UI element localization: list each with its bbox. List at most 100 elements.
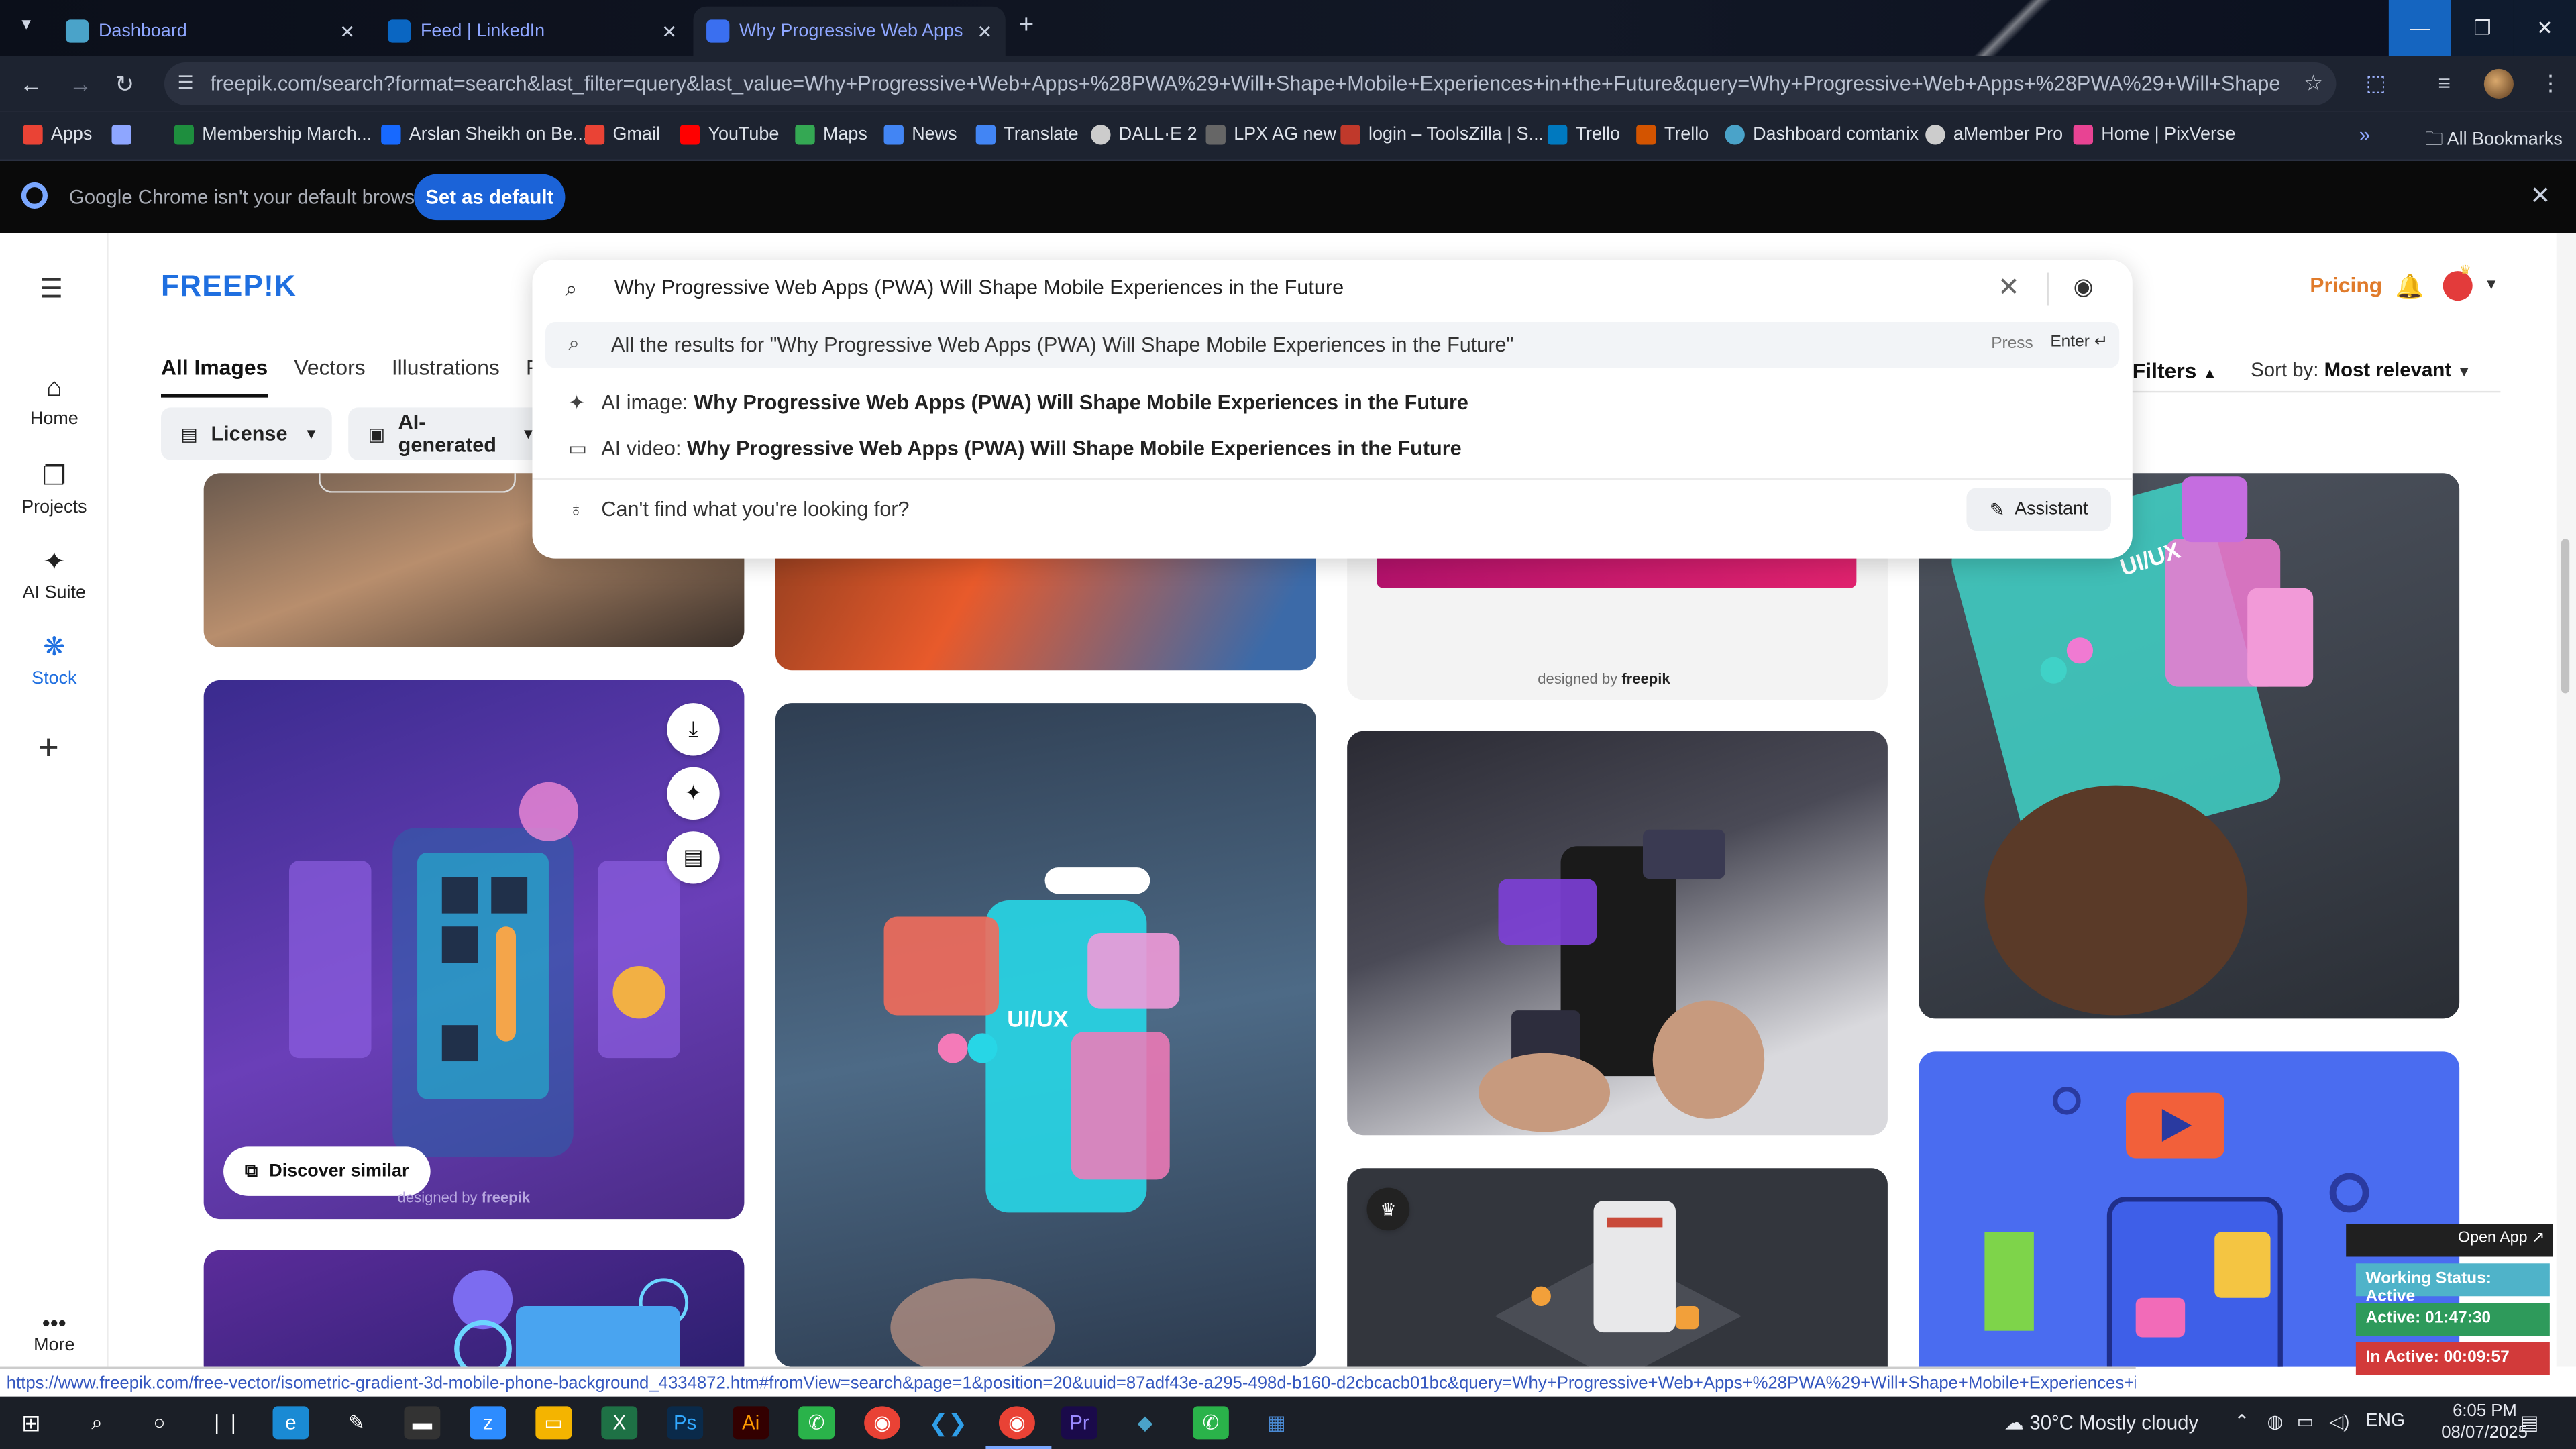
bookmark-amember[interactable]: aMember Pro	[1925, 125, 2063, 145]
page-scrollbar[interactable]	[2556, 233, 2576, 1367]
bookmark-dalle[interactable]: DALL·E 2	[1091, 125, 1197, 145]
bookmark-pixverse[interactable]: Home | PixVerse	[2073, 125, 2235, 145]
extension-icon[interactable]: ⬚	[2366, 70, 2386, 97]
windows-start-icon[interactable]: ⊞	[13, 1406, 50, 1439]
zoom-icon[interactable]: z	[470, 1406, 506, 1440]
hamburger-menu-icon[interactable]: ☰	[40, 273, 63, 306]
discover-similar-button[interactable]: ⧉ Discover similar	[223, 1146, 431, 1196]
app-dashboard-icon[interactable]: ◆	[1127, 1406, 1163, 1439]
tray-chevron-icon[interactable]: ⌃	[2235, 1411, 2250, 1432]
tab-freepik[interactable]: Why Progressive Web Apps (P\ ✕	[693, 6, 1006, 56]
tab-close-icon[interactable]: ✕	[661, 21, 677, 42]
bookmark-toolszilla[interactable]: login – ToolsZilla | S...	[1340, 125, 1544, 145]
chevron-down-icon[interactable]: ▼	[2484, 276, 2499, 292]
bookmark-star-icon[interactable]: ☆	[2304, 70, 2323, 97]
tab-close-icon[interactable]: ✕	[339, 21, 355, 42]
download-icon[interactable]: ⤓	[667, 703, 720, 756]
tab-all-images[interactable]: All Images	[161, 355, 268, 398]
back-icon[interactable]: ←	[19, 70, 42, 97]
bookmark-trello-1[interactable]: Trello	[1547, 125, 1620, 145]
image-tile-isometric-workers[interactable]: ♛	[1347, 1168, 1888, 1367]
file-explorer-icon[interactable]: ▭	[535, 1406, 572, 1440]
network-icon[interactable]: ▭	[2297, 1411, 2314, 1432]
sidebar-item-stock[interactable]: ❋ Stock	[0, 631, 109, 688]
restore-icon[interactable]: ❐	[2451, 0, 2514, 56]
search-icon[interactable]: ⌕	[79, 1406, 115, 1439]
filters-toggle[interactable]: Filters ▲	[2133, 358, 2217, 383]
language-indicator[interactable]: ENG	[2366, 1411, 2405, 1431]
notifications-bell-icon[interactable]: 🔔	[2396, 273, 2424, 301]
image-tile-purple-tech[interactable]	[203, 1250, 745, 1367]
chrome-icon[interactable]: ◉	[864, 1406, 901, 1440]
chrome-active-icon[interactable]: ◉	[998, 1406, 1035, 1440]
sort-dropdown[interactable]: Sort by: Most relevant ▼	[2251, 358, 2471, 381]
tab-vectors[interactable]: Vectors	[294, 355, 365, 398]
ai-generated-filter[interactable]: ▣ AI-generated ▼	[348, 407, 555, 460]
sidebar-item-ai-suite[interactable]: ✦ AI Suite	[0, 545, 109, 603]
tray-app-icon[interactable]: ◍	[2267, 1411, 2284, 1432]
excel-icon[interactable]: X	[601, 1406, 638, 1440]
bookmark-gmail[interactable]: Gmail	[584, 125, 660, 145]
save-to-collection-icon[interactable]: ▤	[667, 831, 720, 884]
pricing-link[interactable]: Pricing	[2310, 273, 2382, 298]
search-input[interactable]: Why Progressive Web Apps (PWA) Will Shap…	[614, 276, 1344, 299]
sidebar-item-home[interactable]: ⌂ Home	[0, 374, 109, 429]
bookmark-apps[interactable]: Apps	[23, 125, 92, 145]
reload-icon[interactable]: ↻	[115, 70, 134, 99]
sidebar-item-projects[interactable]: ❐ Projects	[0, 460, 109, 518]
license-filter[interactable]: ▤ License ▼	[161, 407, 332, 460]
bookmark-maps[interactable]: Maps	[795, 125, 867, 145]
media-controls-icon[interactable]: ≡	[2438, 70, 2451, 95]
notification-center-icon[interactable]: ▤	[2520, 1411, 2539, 1434]
phone-app-icon[interactable]: ✆	[798, 1406, 835, 1440]
new-tab-icon[interactable]: +	[1018, 11, 1034, 41]
clear-search-icon[interactable]: ✕	[1998, 271, 2020, 304]
tab-linkedin[interactable]: Feed | LinkedIn ✕	[374, 7, 690, 56]
freepik-logo[interactable]: FREEP!K	[161, 270, 297, 304]
tab-search-icon[interactable]: ▾	[10, 13, 43, 43]
premiere-icon[interactable]: Pr	[1061, 1406, 1097, 1440]
volume-icon[interactable]: ◁)	[2330, 1411, 2350, 1432]
site-info-icon[interactable]: ☰	[177, 72, 193, 93]
edge-icon[interactable]: e	[272, 1406, 309, 1440]
cortana-icon[interactable]: ○	[142, 1406, 178, 1439]
assistant-button[interactable]: ✎ Assistant	[1966, 488, 2111, 531]
add-icon[interactable]: +	[38, 726, 58, 769]
vscode-icon[interactable]: ❮❯	[928, 1406, 967, 1439]
bookmark-grid[interactable]	[111, 125, 140, 145]
camera-search-icon[interactable]: ◉	[2074, 273, 2094, 301]
all-bookmarks[interactable]: 🗀 All Bookmarks	[2425, 125, 2563, 156]
ai-edit-icon[interactable]: ✦	[667, 767, 720, 820]
tab-close-icon[interactable]: ✕	[977, 21, 993, 42]
bookmark-dashboard-comtanix[interactable]: Dashboard comtanix	[1725, 125, 1919, 145]
image-tile-phone-hands[interactable]	[1347, 731, 1888, 1136]
image-tile-uiux-phone[interactable]: UI/UX	[775, 703, 1316, 1367]
infobar-close-icon[interactable]: ✕	[2530, 180, 2551, 211]
calculator-icon[interactable]: ▦	[1258, 1406, 1295, 1439]
sidebar-item-more[interactable]: ••• More	[0, 1309, 109, 1356]
task-view-icon[interactable]: ❘❘	[207, 1406, 244, 1439]
weather-widget[interactable]: ☁ 30°C Mostly cloudy	[2004, 1411, 2198, 1434]
pen-icon[interactable]: ✎	[338, 1406, 374, 1439]
system-clock[interactable]: 6:05 PM 08/07/2025	[2441, 1401, 2528, 1444]
omnibox[interactable]: ☰ freepik.com/search?format=search&last_…	[164, 62, 2337, 105]
bookmark-behance[interactable]: Arslan Sheikh on Be...	[381, 125, 588, 145]
bookmark-lpx[interactable]: LPX AG new	[1205, 125, 1336, 145]
terminal-icon[interactable]: ▬	[404, 1406, 441, 1440]
bookmark-news[interactable]: News	[883, 125, 957, 145]
chrome-menu-icon[interactable]: ⋮	[2540, 70, 2561, 97]
more-bookmarks-icon[interactable]: »	[2359, 123, 2370, 146]
tab-dashboard[interactable]: Dashboard ✕	[52, 7, 368, 56]
minimize-icon[interactable]: —	[2388, 0, 2451, 56]
bookmark-translate[interactable]: Translate	[975, 125, 1079, 145]
profile-avatar[interactable]	[2483, 68, 2514, 99]
bookmark-youtube[interactable]: YouTube	[680, 125, 779, 145]
photoshop-icon[interactable]: Ps	[667, 1406, 704, 1440]
forward-icon[interactable]: →	[69, 70, 92, 97]
set-as-default-button[interactable]: Set as default	[414, 174, 566, 221]
suggestion-ai-image[interactable]: ✦ AI image: Why Progressive Web Apps (PWA…	[568, 391, 1468, 414]
tab-illustrations[interactable]: Illustrations	[392, 355, 500, 398]
suggestion-ai-video[interactable]: ▭ AI video: Why Progressive Web Apps (PWA…	[568, 437, 1461, 460]
image-tile-isometric-phone[interactable]: ⤓ ✦ ▤ ⧉ Discover similar designed by free…	[203, 680, 745, 1220]
phone-app-2-icon[interactable]: ✆	[1192, 1406, 1229, 1440]
